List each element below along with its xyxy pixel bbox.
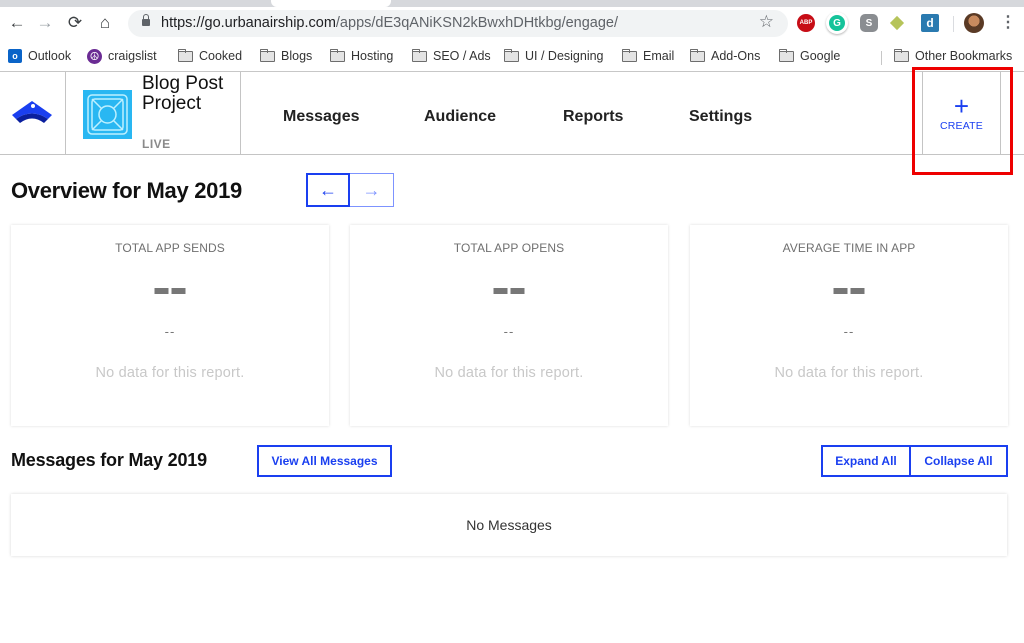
stat-card-value-placeholder [833,288,865,294]
stat-card-title: AVERAGE TIME IN APP [782,241,916,255]
overview-title: Overview for May 2019 [11,178,242,203]
folder-icon [178,48,193,62]
browser-tab-strip [0,0,1024,7]
bookmark-ui-designing[interactable]: UI / Designing [504,47,604,65]
brand-logo[interactable] [0,72,66,154]
d-extension-icon[interactable]: d [921,14,939,32]
url-text[interactable]: https://go.urbanairship.com/apps/dE3qANi… [161,15,618,31]
stat-card-title: TOTAL APP SENDS [115,241,225,255]
stat-card-value-placeholder [493,288,525,294]
month-navigation: ← → [306,173,394,207]
bookmark-label: Outlook [28,49,72,63]
bookmark-label: Email [643,49,675,63]
grammarly-icon[interactable]: G [826,12,848,34]
messages-title: Messages for May 2019 [11,450,207,470]
stat-card-average-time-in-app: AVERAGE TIME IN APP -- No data for this … [690,225,1008,426]
create-label: CREATE [939,119,983,132]
folder-icon [894,48,909,62]
bookmark-email[interactable]: Email [622,47,674,65]
bookmark-add-ons[interactable]: Add-Ons [690,47,760,65]
folder-icon [690,48,705,62]
messages-list: No Messages [11,494,1007,556]
url-host: https://go.urbanairship.com [161,15,336,31]
stat-card-total-app-opens: TOTAL APP OPENS -- No data for this repo… [350,225,668,426]
stat-card-sub-value: -- [503,324,515,339]
nav-messages[interactable]: Messages [283,108,360,126]
bookmark-other-bookmarks[interactable]: Other Bookmarks [894,47,1012,65]
stat-card-sub-value: -- [843,324,855,339]
folder-icon [412,48,427,62]
next-month-button[interactable]: → [350,173,394,207]
folder-icon [330,48,345,62]
bookmark-label: Other Bookmarks [915,49,1013,63]
bookmarks-bar: o Outlook ☮ craigslist Cooked Blogs Hostin… [0,40,1024,72]
nav-audience[interactable]: Audience [424,108,496,126]
nav-reports[interactable]: Reports [563,108,623,126]
adblock-plus-icon[interactable]: ABP [797,14,815,32]
stat-card-empty-text: No data for this report. [434,365,584,381]
bookmark-outlook[interactable]: o Outlook [8,47,71,65]
bookmark-label: Blogs [281,49,313,63]
project-app-icon [83,90,132,139]
lock-icon [142,14,150,27]
grammarly-glyph: G [829,15,845,31]
url-path: /apps/dE3qANiKSN2kBwxhDHtkbg/engage/ [335,15,619,31]
bookmark-label: Hosting [351,49,394,63]
stat-card-value-placeholder [154,288,186,294]
bookmark-label: Add-Ons [711,49,761,63]
bookmark-label: craigslist [108,49,157,63]
bookmark-craigslist[interactable]: ☮ craigslist [87,47,157,65]
create-button[interactable]: + CREATE [922,72,1001,154]
toolbar-divider [953,16,954,32]
plus-icon: + [953,90,970,121]
no-messages-text: No Messages [466,517,552,533]
expand-collapse-group: Expand All Collapse All [821,445,1008,477]
folder-icon [622,48,637,62]
bookmark-label: Google [800,49,841,63]
outlook-icon: o [8,49,22,63]
browser-toolbar: ← → ⟳ ⌂ https://go.urbanairship.com/apps… [0,7,1024,40]
nav-settings[interactable]: Settings [689,108,752,126]
home-icon[interactable]: ⌂ [94,12,116,34]
previous-month-button[interactable]: ← [306,173,350,207]
folder-icon [504,48,519,62]
active-tab[interactable] [271,0,391,7]
collapse-all-button[interactable]: Collapse All [911,447,1006,475]
stat-card-empty-text: No data for this report. [95,365,245,381]
back-arrow-icon[interactable]: ← [6,12,28,34]
app-header: Blog Post Project LIVE Messages Audience… [0,72,1024,155]
reload-icon[interactable]: ⟳ [64,12,86,34]
gem-extension-icon[interactable] [889,15,905,31]
forward-arrow-icon[interactable]: → [34,12,56,34]
bookmark-seo-ads[interactable]: SEO / Ads [412,47,491,65]
bookmark-blogs[interactable]: Blogs [260,47,312,65]
urban-airship-logo-icon [12,101,52,123]
bookmark-cooked[interactable]: Cooked [178,47,242,65]
browser-menu-icon[interactable]: ⋮ [1000,12,1016,32]
stat-card-empty-text: No data for this report. [774,365,924,381]
bookmark-hosting[interactable]: Hosting [330,47,393,65]
address-bar[interactable]: https://go.urbanairship.com/apps/dE3qANi… [128,10,788,37]
project-name: Blog Post Project [142,73,224,114]
view-all-messages-button[interactable]: View All Messages [257,445,392,477]
bookmarks-divider [881,51,882,65]
stat-card-title: TOTAL APP OPENS [453,241,565,255]
project-status-badge: LIVE [142,137,171,151]
bookmark-google[interactable]: Google [779,47,840,65]
stat-card-total-app-sends: TOTAL APP SENDS -- No data for this repo… [11,225,329,426]
folder-icon [260,48,275,62]
bookmark-label: SEO / Ads [433,49,491,63]
bookmark-label: Cooked [199,49,243,63]
stat-card-sub-value: -- [164,324,176,339]
peace-icon: ☮ [87,48,102,64]
bookmark-label: UI / Designing [525,49,604,63]
skype-icon[interactable]: S [860,14,878,32]
expand-all-button[interactable]: Expand All [823,447,911,475]
folder-icon [779,48,794,62]
bookmark-star-icon[interactable]: ☆ [759,12,774,32]
profile-avatar[interactable] [964,13,984,33]
project-switcher[interactable]: Blog Post Project LIVE [66,72,241,154]
